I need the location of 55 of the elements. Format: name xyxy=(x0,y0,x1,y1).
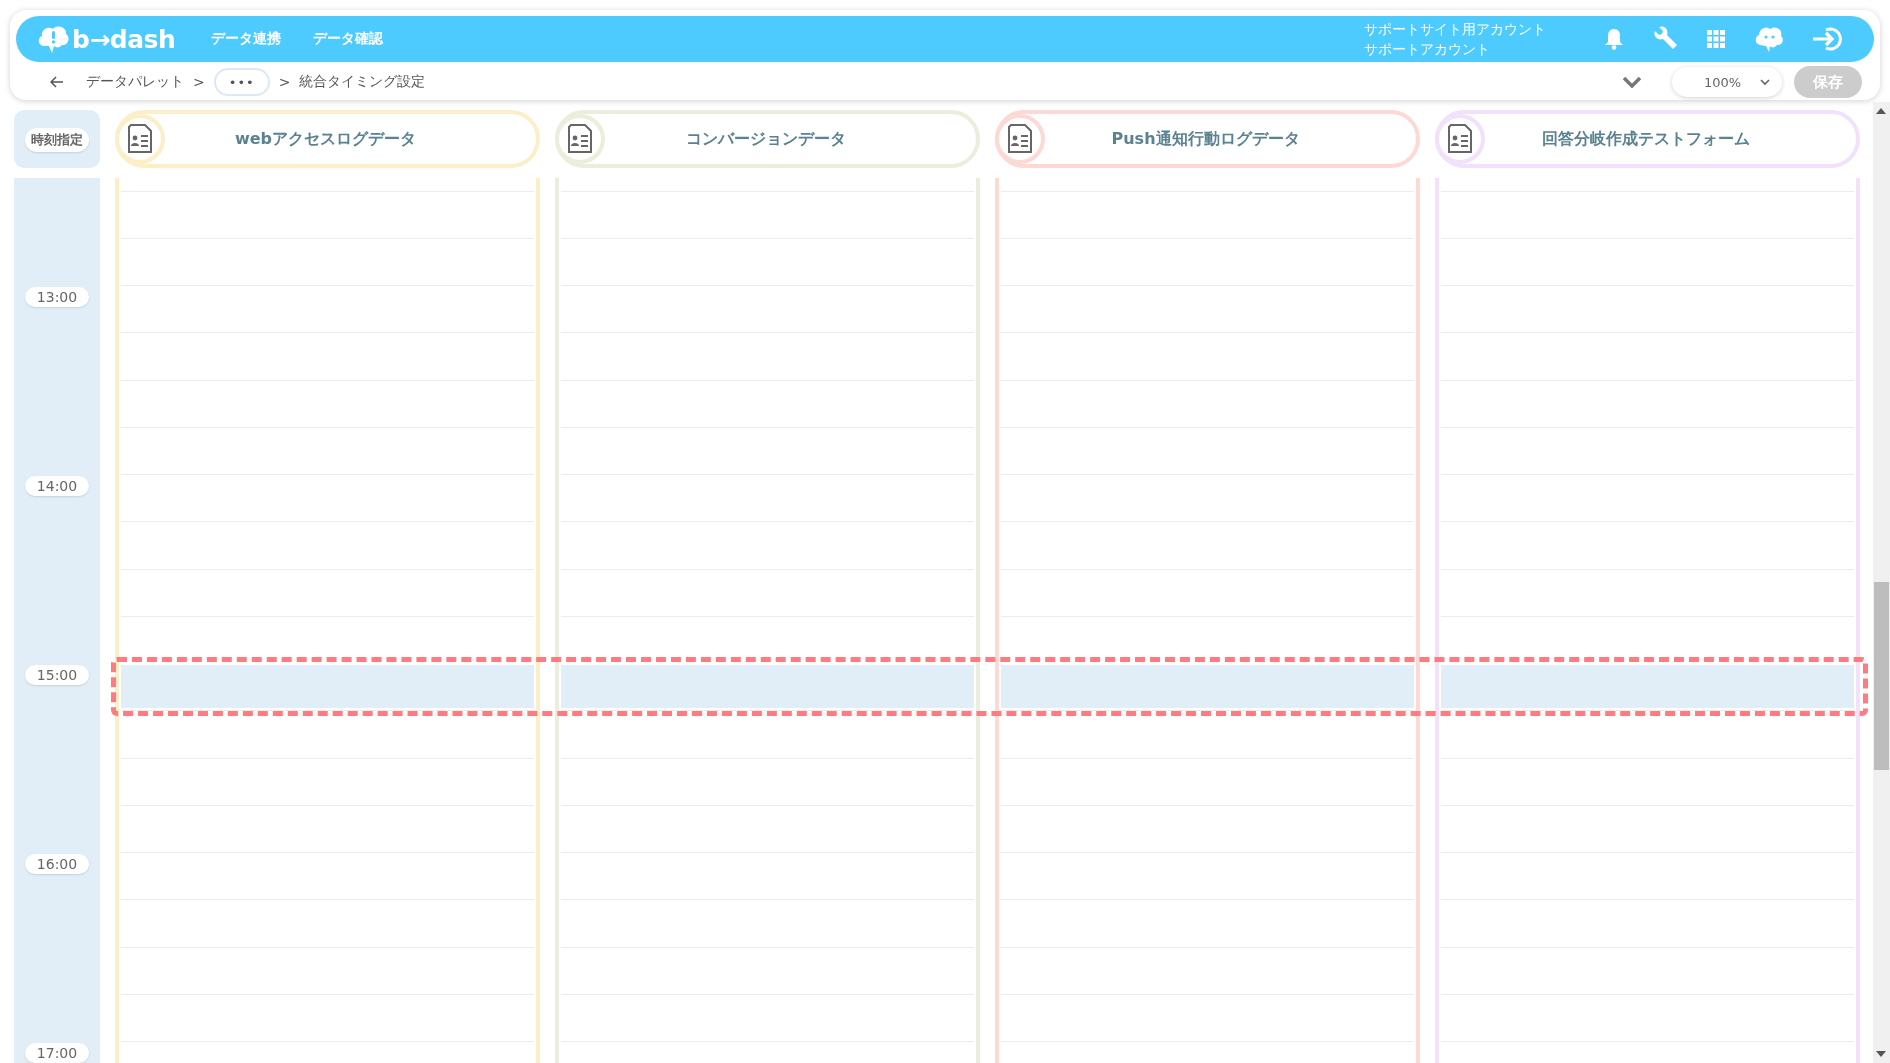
scroll-up-icon[interactable] xyxy=(1876,108,1886,114)
time-slot-row[interactable] xyxy=(115,946,1860,994)
document-icon xyxy=(567,124,593,154)
grid-icon[interactable] xyxy=(1706,29,1726,49)
time-label: 14:00 xyxy=(24,476,90,496)
account-site: サポートサイト用アカウント xyxy=(1364,20,1546,39)
back-arrow-icon[interactable] xyxy=(50,76,64,88)
column-title: 回答分岐作成テストフォーム xyxy=(1540,128,1751,150)
logo-text[interactable]: b→dash xyxy=(72,24,176,54)
time-slot-row[interactable] xyxy=(115,521,1860,569)
caret-icon xyxy=(1760,78,1770,86)
time-slot-row[interactable] xyxy=(115,285,1860,333)
logo-icon xyxy=(36,24,70,54)
time-header-label: 時刻指定 xyxy=(25,128,89,152)
document-icon xyxy=(1447,124,1473,154)
column-title: webアクセスログデータ xyxy=(233,128,418,150)
document-icon xyxy=(127,124,153,154)
zoom-dropdown[interactable]: 100% xyxy=(1672,67,1782,97)
time-slot-row[interactable] xyxy=(115,899,1860,947)
nav-link[interactable]: データ連携 xyxy=(211,30,282,48)
selected-time-slot-row[interactable] xyxy=(111,657,1868,717)
time-label: 17:00 xyxy=(24,1043,90,1063)
column-title: Push通知行動ログデータ xyxy=(1110,128,1301,150)
time-label: 16:00 xyxy=(24,854,90,874)
time-slot-row[interactable] xyxy=(115,710,1860,758)
time-slot-row[interactable] xyxy=(115,332,1860,380)
time-label: 13:00 xyxy=(24,287,90,307)
nav-link[interactable]: データ確認 xyxy=(313,30,384,48)
breadcrumb-separator: > xyxy=(278,74,291,90)
scroll-down-icon[interactable] xyxy=(1876,1051,1886,1057)
column-title: コンバージョンデータ xyxy=(684,128,847,150)
wrench-icon[interactable] xyxy=(1652,26,1678,52)
bell-icon[interactable] xyxy=(1604,28,1624,50)
breadcrumb-separator: > xyxy=(193,74,205,90)
breadcrumb-current: 統合タイミング設定 xyxy=(299,73,426,91)
time-slot-row[interactable] xyxy=(115,804,1860,852)
scrollbar-thumb[interactable] xyxy=(1874,582,1889,770)
document-icon xyxy=(1007,124,1033,154)
time-slot-row[interactable] xyxy=(115,852,1860,900)
time-slot-row[interactable] xyxy=(115,237,1860,285)
time-slot-row[interactable] xyxy=(115,757,1860,805)
time-label: 15:00 xyxy=(24,665,90,685)
time-slot-row[interactable] xyxy=(115,568,1860,616)
time-slot-row[interactable] xyxy=(115,190,1860,238)
account-name: サポートアカウント xyxy=(1364,40,1491,59)
arrow-in-circle-icon[interactable] xyxy=(1812,26,1844,52)
time-slot-row[interactable] xyxy=(115,379,1860,427)
scrollbar[interactable] xyxy=(1873,102,1890,1063)
time-slot-row[interactable] xyxy=(115,993,1860,1041)
time-slot-row[interactable] xyxy=(115,426,1860,474)
chevron-down-icon[interactable] xyxy=(1622,76,1642,88)
breadcrumb-link[interactable]: データパレット xyxy=(86,73,184,91)
time-slot-row[interactable] xyxy=(115,474,1860,522)
breadcrumb-more-button[interactable]: ••• xyxy=(213,68,270,96)
cloud-face-icon[interactable] xyxy=(1754,25,1784,53)
